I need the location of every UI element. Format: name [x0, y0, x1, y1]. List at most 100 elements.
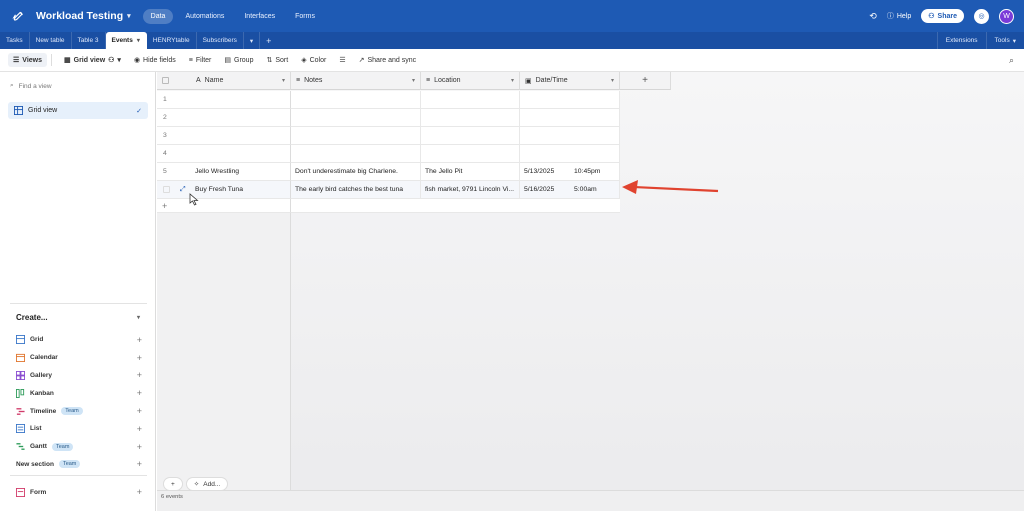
- create-kanban[interactable]: Kanban +: [16, 384, 142, 402]
- create-calendar[interactable]: Calendar +: [16, 349, 142, 367]
- cell-notes[interactable]: [291, 127, 421, 145]
- tab-table-3[interactable]: Table 3: [72, 32, 106, 49]
- sort-label: Sort: [275, 56, 289, 64]
- row-number: ⤢: [157, 181, 191, 199]
- list-icon: [16, 424, 25, 434]
- history-icon[interactable]: ⟲: [869, 11, 877, 22]
- cell-datetime[interactable]: [520, 109, 620, 127]
- cell-name[interactable]: Jello Wrestling: [191, 163, 291, 181]
- group-button[interactable]: ▤ Group: [219, 53, 258, 67]
- column-header-label: Name: [204, 77, 224, 84]
- plus-icon: +: [136, 459, 142, 470]
- add-field-button[interactable]: +: [620, 72, 671, 90]
- cell-name[interactable]: Buy Fresh Tuna: [191, 181, 291, 199]
- cell-datetime[interactable]: [520, 91, 620, 109]
- cell-datetime[interactable]: 5/16/2025 5:00am: [520, 181, 620, 199]
- create-timeline[interactable]: Timeline Team +: [16, 402, 142, 420]
- add-row-button[interactable]: +: [157, 199, 291, 213]
- chevron-down-icon: ▾: [117, 57, 121, 64]
- cell-location[interactable]: The Jello Pit: [421, 163, 520, 181]
- cell-location[interactable]: [421, 91, 520, 109]
- time-value: 10:45pm: [574, 168, 601, 175]
- row-number: 3: [157, 127, 191, 145]
- cell-datetime[interactable]: [520, 145, 620, 163]
- add-table-icon[interactable]: +: [260, 32, 277, 49]
- more-tables-chevron-icon[interactable]: ▾: [244, 32, 261, 49]
- cell-location[interactable]: fish market, 9791 Lincoln Vi...: [421, 181, 520, 199]
- create-form[interactable]: Form +: [16, 487, 142, 497]
- nav-data[interactable]: Data: [142, 8, 174, 24]
- share-sync-button[interactable]: ↗ Share and sync: [354, 53, 422, 67]
- create-grid[interactable]: Grid +: [16, 331, 142, 349]
- create-item-label: Grid: [30, 336, 44, 344]
- calendar-icon: ▣: [525, 77, 532, 85]
- help-button[interactable]: ⓘ Help: [887, 11, 911, 21]
- nav-interfaces[interactable]: Interfaces: [236, 9, 283, 24]
- divider: [10, 475, 147, 476]
- cell-name[interactable]: [191, 127, 291, 145]
- cell-notes[interactable]: [291, 91, 421, 109]
- cell-datetime[interactable]: [520, 127, 620, 145]
- filter-button[interactable]: ≡ Filter: [184, 54, 217, 67]
- avatar[interactable]: W: [999, 8, 1014, 24]
- cell-location[interactable]: [421, 145, 520, 163]
- column-header-name[interactable]: A Name ▾: [191, 72, 291, 90]
- search-icon[interactable]: ⌕: [1009, 55, 1014, 66]
- create-new-section[interactable]: New section Team +: [16, 456, 142, 474]
- nav-forms[interactable]: Forms: [287, 9, 323, 24]
- tools-label: Tools: [994, 37, 1010, 44]
- extensions-button[interactable]: Extensions: [936, 32, 986, 49]
- create-gantt[interactable]: Gantt Team +: [16, 438, 142, 456]
- add-record-button[interactable]: +: [163, 477, 183, 491]
- tools-button[interactable]: Tools ▾: [985, 32, 1024, 49]
- create-list[interactable]: List +: [16, 420, 142, 438]
- expand-record-icon[interactable]: ⤢: [180, 186, 186, 194]
- column-header-label: Location: [434, 77, 461, 84]
- cell-notes[interactable]: [291, 109, 421, 127]
- mouse-cursor-icon: [189, 193, 199, 206]
- cell-datetime[interactable]: 5/13/2025 10:45pm: [520, 163, 620, 181]
- tab-tasks[interactable]: Tasks: [0, 32, 30, 49]
- color-button[interactable]: ◈ Color: [296, 53, 331, 67]
- tab-events[interactable]: Events ▾: [105, 32, 147, 49]
- tab-new-table[interactable]: New table: [30, 32, 72, 49]
- time-value: 5:00am: [574, 186, 597, 193]
- sort-button[interactable]: ⇅ Sort: [261, 53, 293, 67]
- nav-automations[interactable]: Automations: [177, 9, 232, 24]
- notifications-icon[interactable]: ◎: [974, 8, 989, 24]
- chevron-down-icon: ▾: [1012, 37, 1016, 45]
- cell-notes[interactable]: [291, 145, 421, 163]
- cell-name[interactable]: [191, 145, 291, 163]
- row-number: 2: [157, 109, 191, 127]
- checkbox-icon: [162, 77, 169, 84]
- check-icon: ✓: [136, 107, 142, 115]
- column-header-location[interactable]: ≡ Location ▾: [421, 72, 520, 90]
- grid-view-switcher[interactable]: ▦ Grid view ⚇ ▾: [59, 53, 126, 67]
- filter-label: Filter: [195, 56, 212, 64]
- header-checkbox-cell[interactable]: [157, 72, 191, 90]
- create-section-header[interactable]: Create... ▾: [16, 313, 140, 322]
- cell-name[interactable]: [191, 109, 291, 127]
- row-checkbox-icon[interactable]: [163, 186, 170, 193]
- cell-name[interactable]: [191, 91, 291, 109]
- cell-notes[interactable]: Don't underestimate big Charlene.: [291, 163, 421, 181]
- column-header-datetime[interactable]: ▣ Date/Time ▾: [520, 72, 620, 90]
- share-button[interactable]: ⚇ Share: [921, 9, 964, 23]
- tab-henrytable[interactable]: HENRYtable: [147, 32, 197, 49]
- add-options-button[interactable]: ✧ Add...: [185, 477, 229, 491]
- rocket-logo-icon[interactable]: [8, 5, 30, 27]
- find-view-input[interactable]: ⌕ Find a view: [10, 82, 52, 90]
- frozen-column-background: [157, 213, 291, 511]
- base-title[interactable]: Workload Testing ▾: [36, 10, 131, 22]
- create-gallery[interactable]: Gallery +: [16, 367, 142, 385]
- create-item-label: Calendar: [30, 354, 58, 362]
- column-header-notes[interactable]: ≡ Notes ▾: [291, 72, 421, 90]
- views-button[interactable]: ☰ Views: [8, 53, 47, 67]
- cell-location[interactable]: [421, 127, 520, 145]
- row-height-button[interactable]: ☰: [334, 53, 350, 67]
- tab-subscribers[interactable]: Subscribers: [197, 32, 244, 49]
- hide-fields-button[interactable]: ◉ Hide fields: [129, 53, 181, 67]
- cell-location[interactable]: [421, 109, 520, 127]
- cell-notes[interactable]: The early bird catches the best tuna: [291, 181, 421, 199]
- sidebar-item-grid-view[interactable]: Grid view ✓: [8, 102, 148, 119]
